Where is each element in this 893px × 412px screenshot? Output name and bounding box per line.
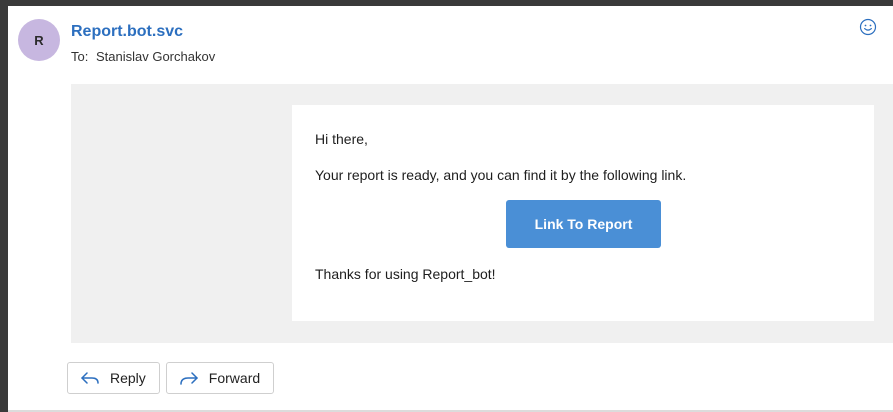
forward-button[interactable]: Forward (165, 362, 275, 394)
forward-arrow-icon (179, 371, 199, 385)
link-to-report-button[interactable]: Link To Report (506, 200, 661, 248)
sender-avatar[interactable]: R (18, 19, 60, 61)
email-card: Hi there, Your report is ready, and you … (292, 105, 874, 321)
email-reading-pane: R Report.bot.svc To: Stanislav Gorchakov… (8, 6, 893, 412)
message-body: Hi there, Your report is ready, and you … (71, 84, 893, 343)
reply-arrow-icon (80, 371, 100, 385)
reply-label: Reply (110, 370, 146, 386)
sender-name[interactable]: Report.bot.svc (71, 23, 183, 41)
recipient-name[interactable]: Stanislav Gorchakov (96, 49, 215, 64)
message-actions: Reply Forward (67, 362, 275, 394)
reply-button[interactable]: Reply (67, 362, 160, 394)
smiley-icon[interactable] (859, 18, 877, 36)
message-text: Your report is ready, and you can find i… (315, 167, 687, 183)
recipient-line: To: Stanislav Gorchakov (71, 49, 215, 64)
closing-text: Thanks for using Report_bot! (315, 266, 496, 282)
greeting-text: Hi there, (315, 131, 368, 147)
forward-label: Forward (208, 370, 261, 386)
to-label: To: (71, 49, 89, 64)
